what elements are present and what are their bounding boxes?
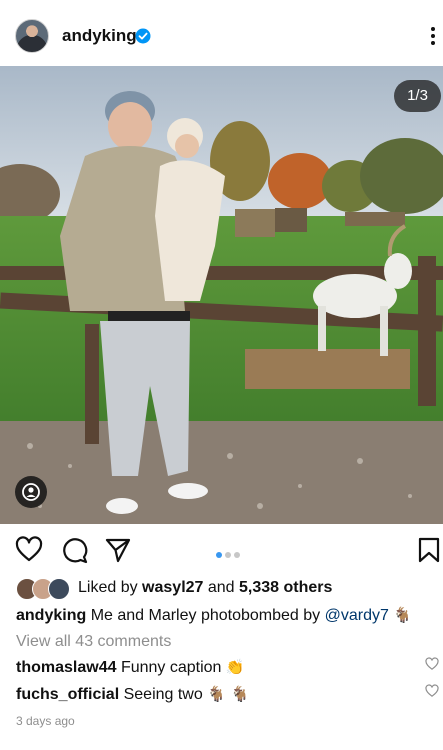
bookmark-icon[interactable]: [415, 536, 443, 564]
liker-username[interactable]: wasyl27: [142, 579, 203, 596]
carousel-dots: [216, 545, 243, 563]
goat-emoji: 🐐: [393, 606, 413, 624]
post-header: andyking: [0, 0, 443, 66]
comment-icon[interactable]: [60, 536, 88, 564]
caption-mention[interactable]: @vardy7: [325, 607, 389, 624]
verified-badge-icon: [135, 28, 151, 44]
carousel-dot-active: [216, 552, 222, 558]
likes-middle: and: [203, 579, 240, 596]
heart-icon[interactable]: [15, 536, 43, 564]
comment-row: thomaslaw44 Funny caption 👏: [16, 658, 245, 677]
profile-avatar[interactable]: [15, 19, 49, 53]
comment-username[interactable]: fuchs_official: [16, 686, 119, 703]
likes-count[interactable]: 5,338 others: [239, 579, 332, 596]
liker-avatar: [48, 578, 70, 600]
carousel-dot: [234, 552, 240, 558]
more-options-icon[interactable]: [424, 24, 443, 48]
view-comments-link[interactable]: View all 43 comments: [16, 633, 171, 651]
share-icon[interactable]: [104, 536, 132, 564]
comment-like-heart-icon[interactable]: [425, 657, 439, 671]
user-tag-icon[interactable]: [15, 476, 47, 508]
comment-text: Seeing two: [123, 686, 208, 703]
comment-row: fuchs_official Seeing two 🐐 🐐: [16, 685, 249, 704]
carousel-counter: 1/3: [394, 80, 441, 112]
comment-username[interactable]: thomaslaw44: [16, 659, 116, 676]
caption-username[interactable]: andyking: [16, 607, 86, 624]
post-photo[interactable]: 1/3: [0, 66, 443, 524]
post-username[interactable]: andyking: [62, 26, 137, 46]
goat-emoji: 🐐 🐐: [207, 685, 250, 703]
carousel-dot: [225, 552, 231, 558]
caption-text: Me and Marley photobombed by: [90, 607, 325, 624]
comment-like-heart-icon[interactable]: [425, 684, 439, 698]
likes-text: Liked by wasyl27 and 5,338 others: [78, 579, 332, 597]
photo-scene: [0, 66, 443, 524]
post-actions: [0, 524, 443, 574]
comment-text: Funny caption: [120, 659, 226, 676]
liker-avatars: [16, 578, 72, 600]
likes-row[interactable]: Liked by wasyl27 and 5,338 others: [0, 576, 443, 602]
caption: andyking Me and Marley photobombed by @v…: [16, 606, 412, 625]
clap-emoji: 👏: [225, 658, 245, 676]
post-timestamp: 3 days ago: [16, 714, 75, 728]
likes-prefix: Liked by: [78, 579, 143, 596]
